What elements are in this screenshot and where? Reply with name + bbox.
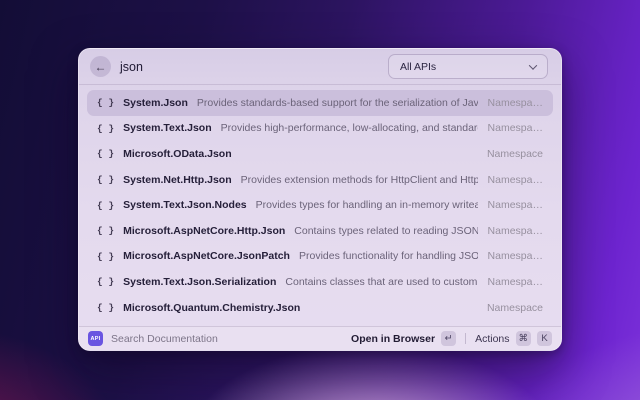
braces-namespace-icon: { } [97,225,115,237]
api-filter-value: All APIs [400,60,437,73]
result-description: Provides functionality for handling JSON… [298,250,478,263]
result-description: Provides types for handling an in-memory… [255,199,478,212]
result-name: System.Json [123,96,188,109]
result-row[interactable]: { } System.Json Provides standards-based… [87,90,553,116]
open-in-browser-button[interactable]: Open in Browser [351,333,435,345]
result-description: Contains classes that are used to custom… [285,275,478,288]
result-row[interactable]: { } Microsoft.OData.Json Namespace [87,141,553,167]
result-name: System.Net.Http.Json [123,173,232,186]
command-key-icon: ⌘ [515,331,531,346]
braces-namespace-icon: { } [97,97,115,109]
result-name: Microsoft.Quantum.Chemistry.Json [123,301,301,314]
result-kind-badge: Namespa… [487,224,543,237]
result-description: Contains types related to reading JSON f… [294,224,478,237]
braces-namespace-icon: { } [97,302,115,314]
result-kind-badge: Namespace [486,301,543,314]
result-description: Provides high-performance, low-allocatin… [220,122,478,135]
result-kind-badge: Namespa… [487,96,543,109]
back-button[interactable]: ← [90,56,111,77]
result-kind-badge: Namespa… [487,122,543,135]
chevron-down-icon [528,60,538,70]
result-description: Provides standards-based support for the… [196,96,478,109]
actions-button[interactable]: Actions [475,333,509,345]
braces-namespace-icon: { } [97,148,115,160]
result-kind-badge: Namespa… [487,173,543,186]
result-description: Provides extension methods for HttpClien… [240,173,478,186]
braces-namespace-icon: { } [97,174,115,186]
k-key-icon: K [537,331,552,346]
extension-icon: API [88,331,103,346]
footer-divider [465,333,467,344]
back-arrow-icon: ← [94,59,107,74]
braces-namespace-icon: { } [97,276,115,288]
result-row[interactable]: { } Microsoft.AspNetCore.JsonPatch Provi… [87,244,553,270]
result-name: Microsoft.AspNetCore.Http.Json [123,224,286,237]
result-row[interactable]: { } System.Text.Json Provides high-perfo… [87,116,553,142]
api-filter-dropdown[interactable]: All APIs [388,54,548,79]
braces-namespace-icon: { } [97,199,115,211]
result-row[interactable]: { } Microsoft.Quantum.Chemistry.Json Nam… [87,295,553,321]
result-row[interactable]: { } System.Text.Json.Nodes Provides type… [87,192,553,218]
results-list: { } System.Json Provides standards-based… [79,85,561,326]
braces-namespace-icon: { } [97,122,115,134]
result-row[interactable]: { } System.Net.Http.Json Provides extens… [87,167,553,193]
result-name: Microsoft.OData.Json [123,147,232,160]
search-input[interactable]: json [120,60,143,74]
result-kind-badge: Namespa… [487,199,543,212]
footer-actions: Open in Browser ↵ Actions ⌘ K [351,331,552,346]
result-row[interactable]: { } System.Text.Json.Serialization Conta… [87,269,553,295]
return-key-icon: ↵ [441,331,457,346]
result-name: System.Text.Json.Serialization [123,275,277,288]
footer-search-label: Search Documentation [111,332,218,345]
result-name: System.Text.Json [123,122,212,135]
result-kind-badge: Namespa… [487,275,543,288]
result-kind-badge: Namespa… [487,250,543,263]
braces-namespace-icon: { } [97,250,115,262]
result-name: Microsoft.AspNetCore.JsonPatch [123,250,290,263]
result-row[interactable]: { } Microsoft.AspNetCore.Http.Json Conta… [87,218,553,244]
search-header: ← json All APIs [79,49,561,85]
result-name: System.Text.Json.Nodes [123,199,247,212]
result-kind-badge: Namespace [486,147,543,160]
extension-icon-label: API [90,335,101,342]
footer-bar: API Search Documentation Open in Browser… [79,326,561,350]
search-palette-window: ← json All APIs { } System.Json Provides… [78,48,562,351]
